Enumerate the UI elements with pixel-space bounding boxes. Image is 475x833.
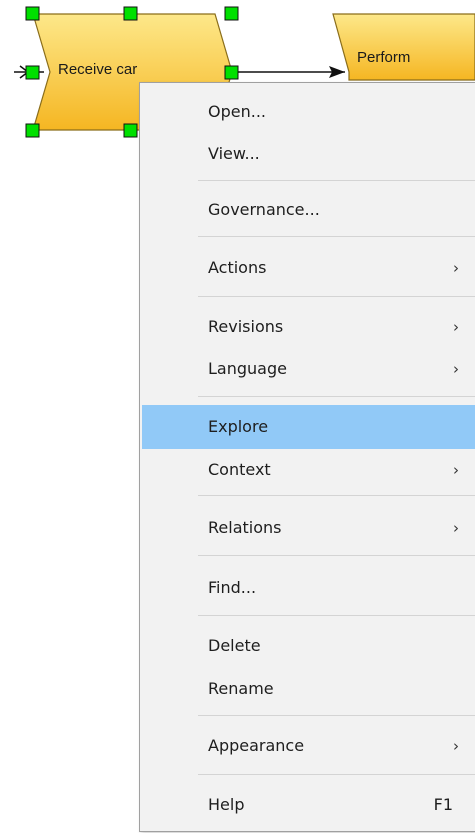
menu-item-label: Help <box>208 795 245 814</box>
perform-label: Perform <box>357 49 411 66</box>
selection-handle <box>25 123 40 138</box>
menu-item-label: Open... <box>208 102 266 121</box>
menu-item-label: Revisions <box>208 317 284 336</box>
menu-item-context[interactable]: Context › <box>142 448 475 492</box>
menu-separator <box>198 495 475 496</box>
menu-separator <box>198 396 475 397</box>
context-menu: Open... View... Governance... Actions › … <box>139 82 475 832</box>
connector-to-perform[interactable] <box>236 66 345 78</box>
menu-item-revisions[interactable]: Revisions › <box>142 305 475 349</box>
menu-item-label: Actions <box>208 258 267 277</box>
perform-shape[interactable] <box>332 13 475 81</box>
menu-separator <box>198 774 475 775</box>
menu-item-label: Delete <box>208 636 261 655</box>
chevron-right-icon: › <box>453 318 459 336</box>
menu-item-language[interactable]: Language › <box>142 347 475 391</box>
menu-separator <box>198 715 475 716</box>
selection-handle <box>123 6 138 21</box>
menu-separator <box>198 236 475 237</box>
chevron-right-icon: › <box>453 461 459 479</box>
selection-handle <box>25 65 40 80</box>
menu-item-label: View... <box>208 144 260 163</box>
menu-separator <box>198 555 475 556</box>
menu-item-relations[interactable]: Relations › <box>142 506 475 550</box>
menu-item-label: Context <box>208 460 271 479</box>
menu-item-label: Explore <box>208 417 269 436</box>
menu-separator <box>198 615 475 616</box>
selection-handle <box>25 6 40 21</box>
selection-handle <box>224 6 239 21</box>
menu-item-help[interactable]: Help F1 <box>142 783 475 827</box>
menu-item-rename[interactable]: Rename <box>142 667 475 711</box>
menu-item-label: Language <box>208 359 287 378</box>
menu-shortcut: F1 <box>433 795 453 814</box>
chevron-right-icon: › <box>453 360 459 378</box>
diagram-canvas[interactable]: Receive car Perform Open... View... Gove… <box>0 0 475 833</box>
menu-item-view[interactable]: View... <box>142 132 475 176</box>
menu-item-label: Governance... <box>208 200 320 219</box>
menu-item-open[interactable]: Open... <box>142 90 475 134</box>
menu-item-find[interactable]: Find... <box>142 566 475 610</box>
selection-handle <box>123 123 138 138</box>
menu-item-explore[interactable]: Explore <box>142 405 475 449</box>
chevron-right-icon: › <box>453 259 459 277</box>
selection-handle <box>224 65 239 80</box>
menu-item-actions[interactable]: Actions › <box>142 246 475 290</box>
chevron-right-icon: › <box>453 519 459 537</box>
menu-item-governance[interactable]: Governance... <box>142 188 475 232</box>
receive-car-label: Receive car <box>58 61 138 78</box>
menu-item-label: Relations <box>208 518 282 537</box>
menu-item-label: Appearance <box>208 736 305 755</box>
menu-separator <box>198 296 475 297</box>
menu-item-delete[interactable]: Delete <box>142 624 475 668</box>
menu-item-label: Rename <box>208 679 274 698</box>
menu-separator <box>198 180 475 181</box>
chevron-right-icon: › <box>453 737 459 755</box>
menu-item-appearance[interactable]: Appearance › <box>142 724 475 768</box>
menu-item-label: Find... <box>208 578 257 597</box>
